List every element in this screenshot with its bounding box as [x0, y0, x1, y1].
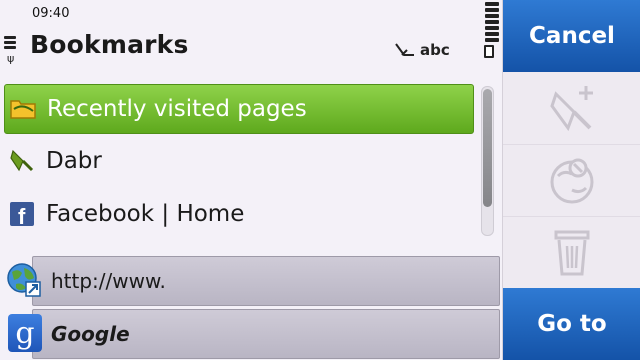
text-input-icon	[395, 43, 414, 56]
list-scrollbar[interactable]	[481, 86, 494, 236]
scrollbar-thumb[interactable]	[483, 89, 492, 207]
input-mode-indicator: abc	[394, 41, 450, 59]
list-item-label: Facebook | Home	[46, 201, 245, 227]
list-item-facebook[interactable]: f Facebook | Home	[4, 190, 472, 238]
list-item-dabr[interactable]: Dabr	[4, 137, 472, 185]
bookmarks-panel: 09:40 ψ Bookmarks abc Recently visited p…	[0, 0, 502, 360]
sync-bookmark-button[interactable]	[503, 144, 640, 217]
status-time: 09:40	[32, 6, 69, 21]
delete-button[interactable]	[503, 216, 640, 289]
list-item-label: Dabr	[46, 148, 102, 174]
list-item-google[interactable]: Google	[32, 309, 500, 359]
clock-text: 09:40	[32, 6, 70, 21]
go-to-button[interactable]: Go to	[503, 288, 640, 360]
facebook-icon: f	[8, 200, 36, 228]
add-bookmark-button[interactable]	[503, 72, 640, 145]
battery-icon	[484, 2, 500, 64]
google-icon: g	[8, 314, 42, 352]
folder-icon	[9, 95, 37, 123]
list-item-label: http://www.	[51, 269, 166, 293]
sync-bookmark-icon	[550, 158, 594, 204]
input-mode-label: abc	[420, 41, 450, 59]
right-toolbar: Cancel Go to	[502, 0, 640, 360]
list-item-label: Recently visited pages	[47, 96, 307, 122]
list-item-label: Google	[51, 322, 130, 346]
signal-strength-icon: ψ	[4, 36, 16, 66]
list-item-recently-visited[interactable]: Recently visited pages	[4, 84, 474, 134]
page-title: Bookmarks	[30, 30, 189, 59]
globe-link-icon	[7, 263, 41, 297]
svg-text:f: f	[18, 204, 26, 227]
bookmark-tag-icon	[8, 147, 36, 175]
trash-icon	[554, 230, 590, 276]
cancel-button[interactable]: Cancel	[503, 0, 640, 72]
add-bookmark-icon	[550, 86, 593, 132]
list-item-http-link[interactable]: http://www.	[32, 256, 500, 306]
